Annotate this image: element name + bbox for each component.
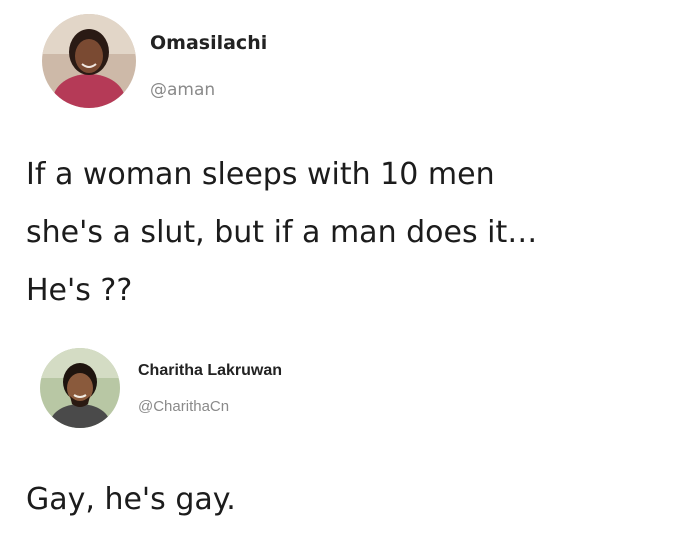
display-name[interactable]: Charitha Lakruwan	[138, 362, 282, 380]
avatar[interactable]	[42, 14, 136, 108]
post-text-line: she's a slut, but if a man does it…	[26, 215, 538, 250]
post-text-line: He's ??	[26, 273, 133, 308]
user-handle[interactable]: @CharithaCn	[138, 398, 229, 415]
post-text-line: Gay, he's gay.	[26, 482, 236, 517]
post-original: Omasilachi @aman If a woman sleeps with …	[0, 0, 692, 330]
display-name[interactable]: Omasilachi	[150, 32, 267, 54]
post-text-line: If a woman sleeps with 10 men	[26, 157, 495, 192]
post-body: If a woman sleeps with 10 men she's a sl…	[26, 146, 537, 320]
post-reply: Charitha Lakruwan @CharithaCn Gay, he's …	[0, 330, 692, 540]
profile-photo-man-icon	[40, 348, 120, 428]
user-handle[interactable]: @aman	[150, 80, 215, 100]
avatar[interactable]	[40, 348, 120, 428]
post-body: Gay, he's gay.	[26, 480, 236, 520]
profile-photo-woman-icon	[42, 14, 136, 108]
